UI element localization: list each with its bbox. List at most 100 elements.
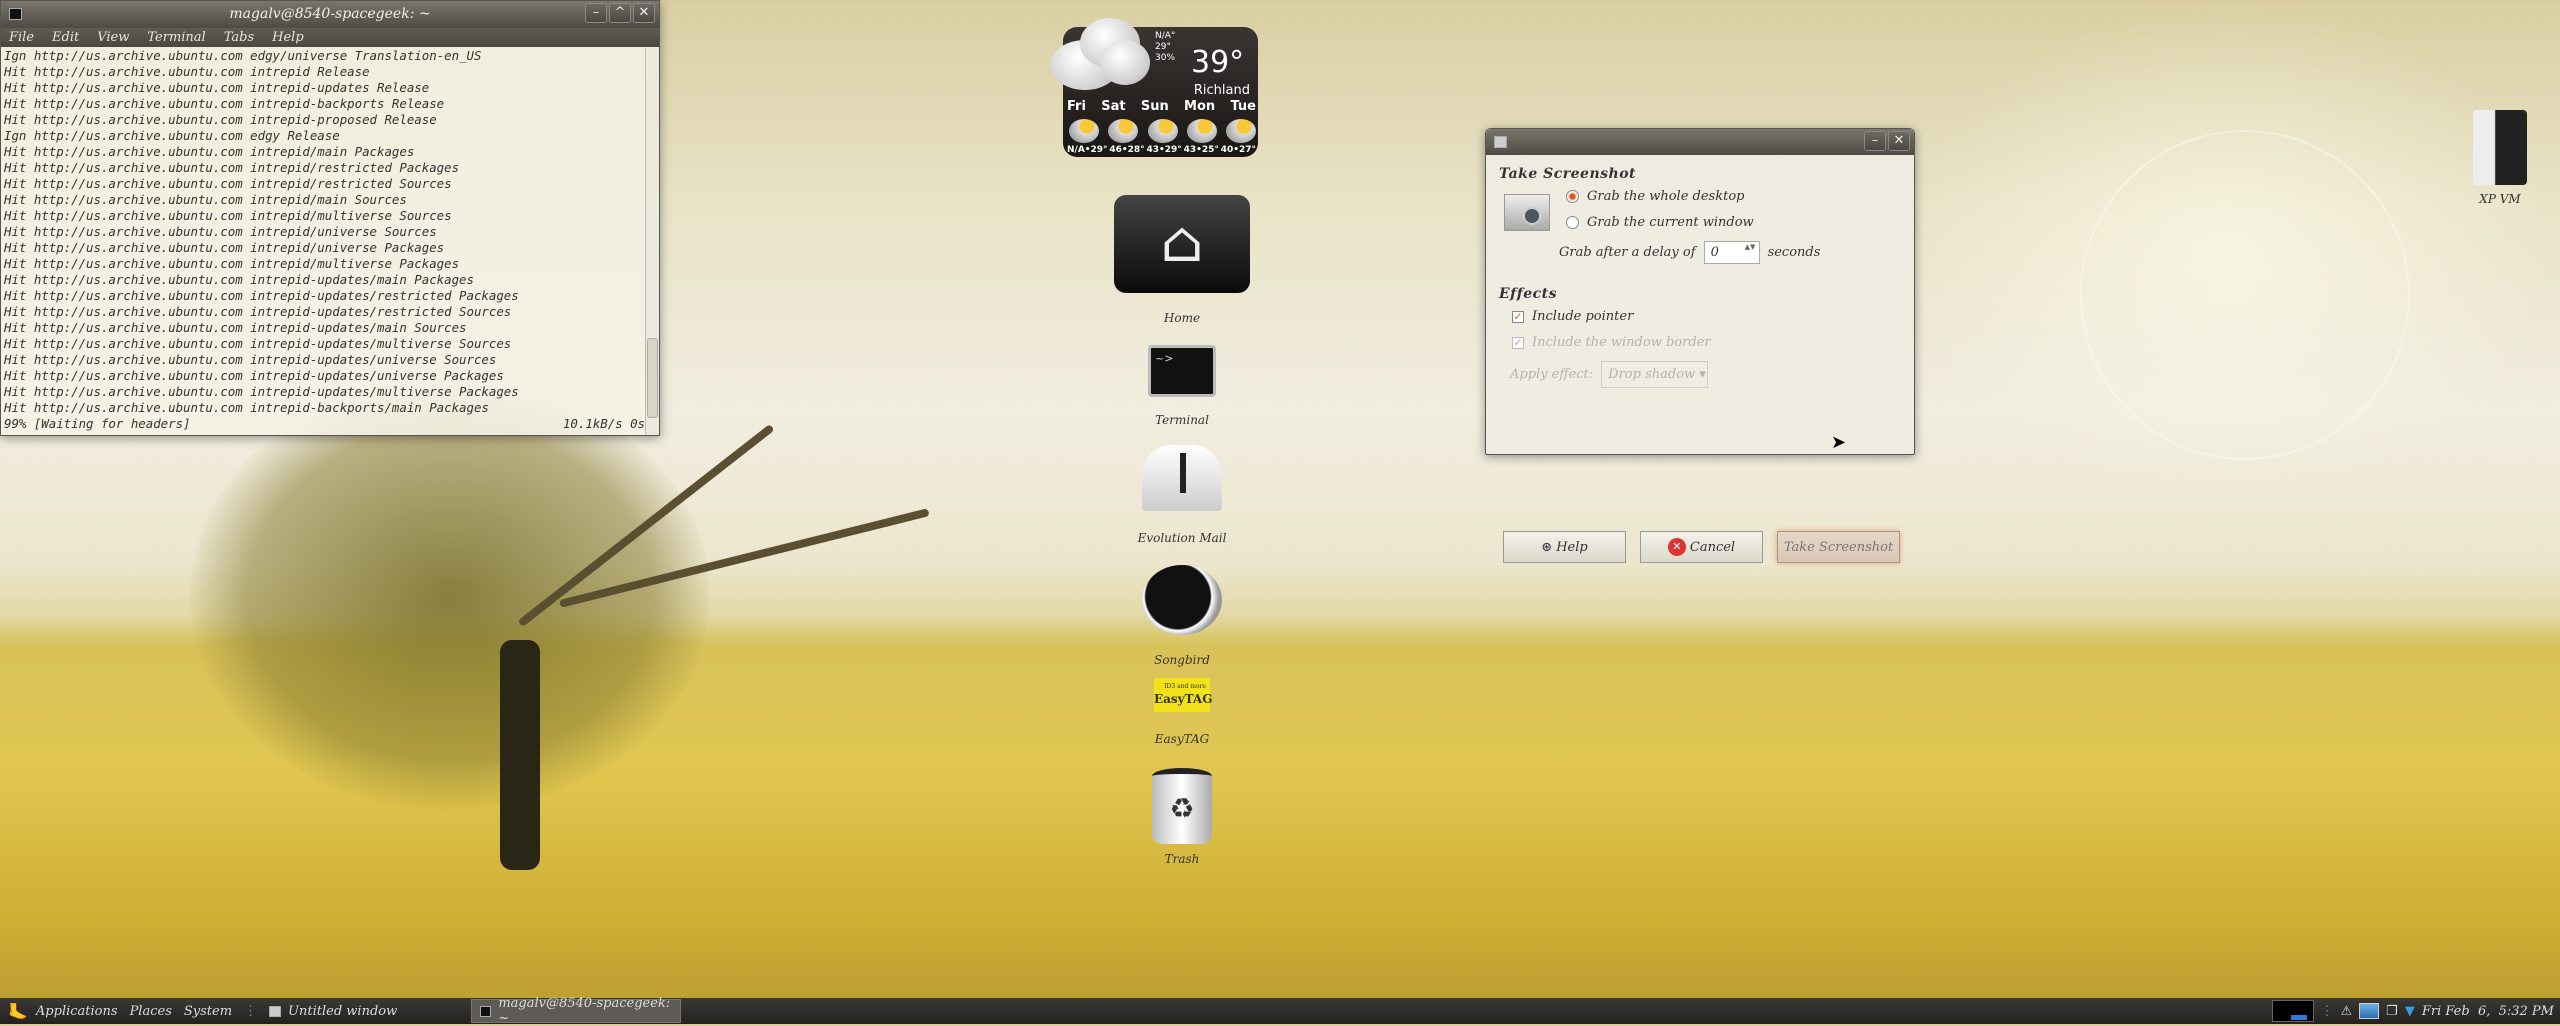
radio-current-window[interactable]: Grab the current window: [1566, 215, 1754, 230]
close-button[interactable]: ✕: [633, 3, 655, 23]
menu-terminal[interactable]: Terminal: [147, 28, 205, 47]
desktop-icon-easytag[interactable]: ID3 and more EasyTAG EasyTAG: [1112, 678, 1252, 746]
update-notifier-icon[interactable]: ⚠: [2341, 1004, 2353, 1019]
take-screenshot-button[interactable]: Take Screenshot: [1777, 531, 1900, 563]
forecast-temps: 43•25°: [1183, 145, 1219, 155]
app-icon: [1494, 136, 1507, 148]
help-icon: ⊛: [1541, 539, 1553, 555]
bottom-panel: 🦶 Applications Places System ⋮ Untitled …: [0, 996, 2560, 1026]
weather-now-low: 29°: [1155, 42, 1171, 52]
wallpaper-tree-trunk: [500, 640, 540, 870]
include-border-checkbox[interactable]: ✓ Include the window border: [1512, 335, 1711, 350]
terminal-icon: [480, 1005, 492, 1017]
forecast-temps: 43•29°: [1146, 145, 1182, 155]
terminal-scrollbar[interactable]: [645, 48, 659, 435]
delay-unit: seconds: [1767, 245, 1821, 260]
taskbar-item-terminal[interactable]: magalv@8540-spacegeek: ~: [471, 996, 682, 1026]
menu-edit[interactable]: Edit: [52, 28, 79, 47]
panel-separator-handle[interactable]: ⋮: [244, 1004, 257, 1019]
terminal-line: Hit http://us.archive.ubuntu.com intrepi…: [4, 400, 489, 415]
terminal-icon: ~>: [1148, 345, 1216, 397]
terminal-line: Hit http://us.archive.ubuntu.com intrepi…: [4, 144, 415, 159]
mouse-pointer-icon: ➤: [1831, 432, 1847, 453]
terminal-line: Hit http://us.archive.ubuntu.com intrepi…: [4, 384, 519, 399]
take-screenshot-dialog[interactable]: – ✕ Take Screenshot Grab the whole deskto…: [1485, 128, 1915, 563]
system-menu[interactable]: System: [184, 1004, 232, 1019]
menu-bar: File Edit View Terminal Tabs Help: [1, 28, 659, 47]
desktop-icon-songbird[interactable]: Songbird: [1112, 565, 1252, 667]
icon-label: EasyTAG: [1154, 732, 1210, 746]
terminal-line: Hit http://us.archive.ubuntu.com intrepi…: [4, 160, 460, 175]
songbird-icon: [1142, 565, 1222, 635]
home-folder-icon: ⌂: [1114, 195, 1250, 293]
places-menu[interactable]: Places: [130, 1004, 172, 1019]
terminal-window[interactable]: magalv@8540-spacegeek: ~ – ^ ✕ File Edit…: [0, 0, 660, 436]
apply-effect-dropdown[interactable]: Drop shadow ▾: [1601, 361, 1709, 388]
scrollbar-thumb[interactable]: [647, 338, 658, 418]
snow-cloud-icon: [1069, 119, 1099, 143]
terminal-line: Ign http://us.archive.ubuntu.com edgy/un…: [4, 48, 482, 63]
terminal-line: Hit http://us.archive.ubuntu.com intrepi…: [4, 240, 445, 255]
terminal-output[interactable]: Ign http://us.archive.ubuntu.com edgy/un…: [1, 48, 645, 435]
camera-icon: [1504, 194, 1550, 231]
menu-file[interactable]: File: [9, 28, 34, 47]
forecast-temps: N/A•29°: [1067, 145, 1108, 155]
window-title: magalv@8540-spacegeek: ~: [229, 6, 431, 22]
network-icon[interactable]: ▼: [2405, 1004, 2415, 1019]
terminal-line: Hit http://us.archive.ubuntu.com intrepi…: [4, 256, 460, 271]
terminal-status-line: 99% [Waiting for headers] 10.1kB/s 0s: [4, 416, 645, 431]
menu-help[interactable]: Help: [272, 28, 304, 47]
include-pointer-checkbox[interactable]: ✓ Include pointer: [1512, 309, 1633, 324]
apply-effect-label: Apply effect:: [1510, 367, 1594, 382]
close-button[interactable]: ✕: [1888, 131, 1910, 151]
terminal-line: Hit http://us.archive.ubuntu.com intrepi…: [4, 192, 407, 207]
delay-spinbox[interactable]: 0: [1703, 241, 1760, 264]
desktop-icon-xp-vm[interactable]: XP VM: [2440, 110, 2560, 206]
computer-icon: [2473, 110, 2527, 185]
help-button[interactable]: ⊛ Help: [1503, 531, 1626, 563]
mailbox-icon: [1142, 445, 1222, 511]
radio-whole-desktop[interactable]: Grab the whole desktop: [1566, 189, 1744, 204]
maximize-button[interactable]: ^: [609, 3, 631, 23]
window-icon: [269, 1005, 282, 1017]
panel-handle[interactable]: ⋮: [2321, 1004, 2334, 1019]
menu-view[interactable]: View: [97, 28, 129, 47]
minimize-button[interactable]: –: [585, 3, 607, 23]
icon-label: XP VM: [2479, 192, 2521, 206]
effects-title: Effects: [1499, 286, 1557, 302]
trash-icon: ♻: [1152, 768, 1212, 844]
applications-menu[interactable]: Applications: [36, 1004, 118, 1019]
icon-label: Home: [1163, 311, 1201, 325]
cloudy-icon: [1226, 119, 1256, 143]
dialog-titlebar[interactable]: – ✕: [1486, 129, 1914, 155]
terminal-icon: [9, 8, 22, 20]
clock[interactable]: Fri Feb 6, 5:32 PM: [2422, 1004, 2554, 1019]
forecast-temps: 40•27°: [1220, 145, 1256, 155]
taskbar-item-untitled-window[interactable]: Untitled window: [261, 999, 471, 1023]
display-icon[interactable]: [2359, 1003, 2380, 1019]
icon-label: Evolution Mail: [1137, 531, 1227, 545]
easytag-icon: ID3 and more EasyTAG: [1154, 678, 1212, 712]
forecast-day: Sun: [1140, 99, 1169, 114]
cancel-button[interactable]: ✕ Cancel: [1640, 531, 1763, 563]
wallpaper-planet: [2080, 130, 2410, 460]
icon-label: Songbird: [1154, 653, 1210, 667]
desktop-icon-home[interactable]: ⌂ Home: [1112, 195, 1252, 325]
partly-sunny-icon: [1186, 119, 1217, 143]
minimize-button[interactable]: –: [1864, 131, 1886, 151]
desktop-icon-trash[interactable]: ♻ Trash: [1112, 768, 1252, 866]
system-monitor-applet[interactable]: [2271, 1000, 2314, 1022]
terminal-line: Hit http://us.archive.ubuntu.com intrepi…: [4, 112, 437, 127]
section-title: Take Screenshot: [1499, 166, 1636, 182]
forecast-day: Sat: [1101, 99, 1126, 114]
terminal-titlebar[interactable]: magalv@8540-spacegeek: ~ – ^ ✕: [1, 1, 659, 28]
menu-tabs[interactable]: Tabs: [224, 28, 254, 47]
weather-humidity: 30%: [1155, 53, 1176, 63]
terminal-line: Hit http://us.archive.ubuntu.com intrepi…: [4, 336, 512, 351]
workspace-switcher-icon[interactable]: ❐: [2386, 1004, 2398, 1019]
cancel-icon: ✕: [1667, 538, 1686, 556]
weather-temperature: 39°: [1191, 45, 1245, 80]
desktop-icon-evolution-mail[interactable]: Evolution Mail: [1112, 445, 1252, 545]
desktop-icon-terminal[interactable]: ~> Terminal: [1112, 345, 1252, 427]
gnome-foot-icon[interactable]: 🦶: [8, 1002, 28, 1021]
